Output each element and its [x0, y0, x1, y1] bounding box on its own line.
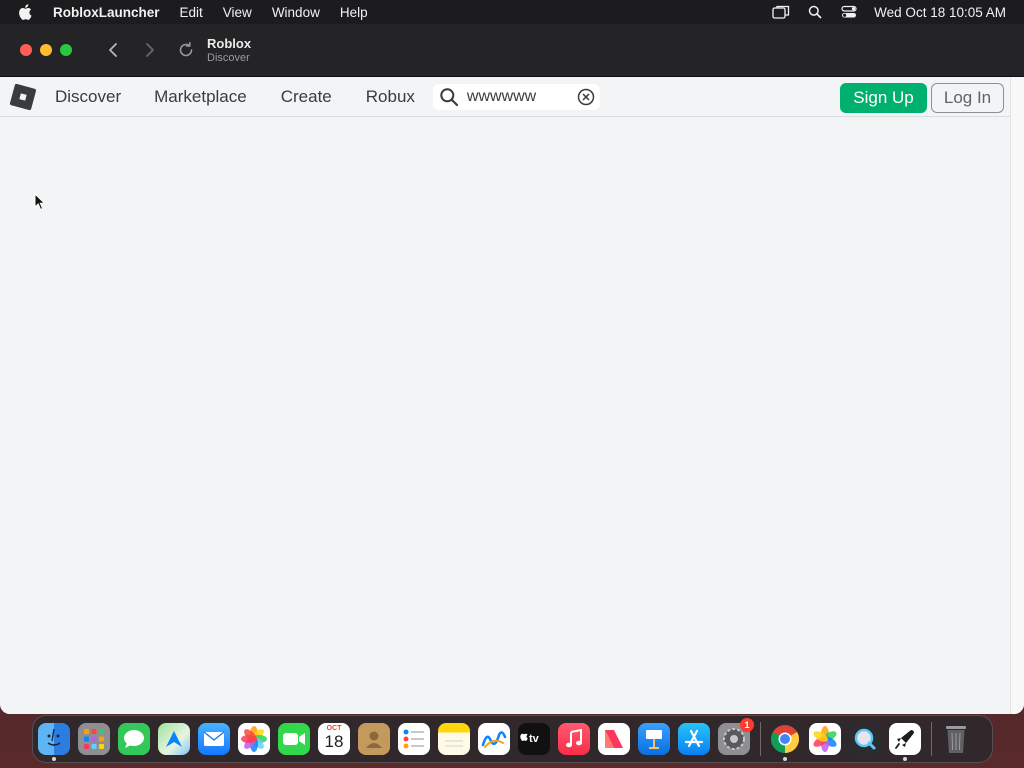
window-titlebar: Roblox Discover	[0, 24, 1024, 77]
notes-icon[interactable]	[438, 723, 470, 755]
maps-icon[interactable]	[158, 723, 190, 755]
music-icon[interactable]	[558, 723, 590, 755]
traffic-lights	[20, 44, 72, 56]
system-settings-icon[interactable]: 1	[718, 718, 754, 755]
chrome-running-indicator	[783, 757, 787, 761]
dock-separator	[760, 722, 761, 756]
apple-icon[interactable]	[18, 4, 34, 20]
menu-window[interactable]: Window	[272, 5, 320, 20]
app-window: Roblox Discover Discover Marketplace Cre…	[0, 24, 1024, 714]
menu-view[interactable]: View	[223, 5, 252, 20]
close-window-button[interactable]	[20, 44, 32, 56]
menu-edit[interactable]: Edit	[180, 5, 203, 20]
menubar-clock[interactable]: Wed Oct 18 10:05 AM	[874, 5, 1006, 20]
quicktime-icon[interactable]	[849, 723, 881, 755]
reload-icon[interactable]	[175, 39, 197, 61]
screen-mirroring-icon[interactable]	[772, 4, 790, 20]
log-in-button[interactable]: Log In	[931, 83, 1004, 113]
dock: OCT 18 tv 1	[32, 715, 993, 763]
svg-text:tv: tv	[529, 733, 540, 745]
finder-icon[interactable]	[38, 723, 70, 761]
calendar-icon[interactable]: OCT 18	[318, 723, 350, 755]
nav-marketplace[interactable]: Marketplace	[154, 87, 247, 107]
window-title: Roblox	[207, 35, 252, 51]
news-icon[interactable]	[598, 723, 630, 755]
minimize-window-button[interactable]	[40, 44, 52, 56]
mail-icon[interactable]	[198, 723, 230, 755]
chrome-icon[interactable]	[769, 723, 801, 761]
messages-icon[interactable]	[118, 723, 150, 755]
mouse-cursor-icon	[34, 193, 46, 211]
search-box[interactable]	[432, 83, 600, 110]
trash-icon[interactable]	[940, 723, 972, 755]
roblox-navbar: Discover Marketplace Create Robux Sign U…	[0, 77, 1010, 117]
scrollbar-track[interactable]	[1010, 77, 1024, 714]
launchpad-icon[interactable]	[78, 723, 110, 755]
app-store-icon[interactable]	[678, 723, 710, 755]
finder-running-indicator	[52, 757, 56, 761]
nav-discover[interactable]: Discover	[55, 87, 121, 107]
roblox-launcher-icon[interactable]	[889, 723, 921, 761]
nav-robux[interactable]: Robux	[366, 87, 415, 107]
reminders-icon[interactable]	[398, 723, 430, 755]
calendar-day: 18	[324, 732, 344, 751]
contacts-icon[interactable]	[358, 723, 390, 755]
window-title-block: Roblox Discover	[207, 36, 251, 65]
search-icon	[439, 87, 459, 107]
roblox-launcher-running-indicator	[903, 757, 907, 761]
menu-help[interactable]: Help	[340, 5, 368, 20]
dock-separator-2	[931, 722, 932, 756]
menu-bar: RobloxLauncher Edit View Window Help Wed…	[0, 0, 1024, 24]
clear-search-icon[interactable]	[577, 88, 595, 106]
roblox-logo-icon[interactable]	[8, 82, 38, 112]
page-content	[0, 118, 1010, 714]
zoom-window-button[interactable]	[60, 44, 72, 56]
facetime-icon[interactable]	[278, 723, 310, 755]
forward-icon[interactable]	[139, 39, 161, 61]
menu-app-name[interactable]: RobloxLauncher	[53, 5, 160, 20]
keynote-icon[interactable]	[638, 723, 670, 755]
sign-up-button[interactable]: Sign Up	[840, 83, 927, 113]
apple-tv-icon[interactable]: tv	[518, 723, 550, 755]
settings-notification-badge: 1	[740, 718, 754, 732]
spotlight-search-icon[interactable]	[806, 4, 824, 20]
freeform-icon[interactable]	[478, 723, 510, 755]
nav-create[interactable]: Create	[281, 87, 332, 107]
photos-icon-2[interactable]	[809, 723, 841, 755]
back-icon[interactable]	[102, 39, 124, 61]
window-subtitle: Discover	[207, 51, 250, 64]
control-center-icon[interactable]	[840, 4, 858, 20]
search-input[interactable]	[466, 87, 575, 106]
photos-icon[interactable]	[238, 723, 270, 755]
